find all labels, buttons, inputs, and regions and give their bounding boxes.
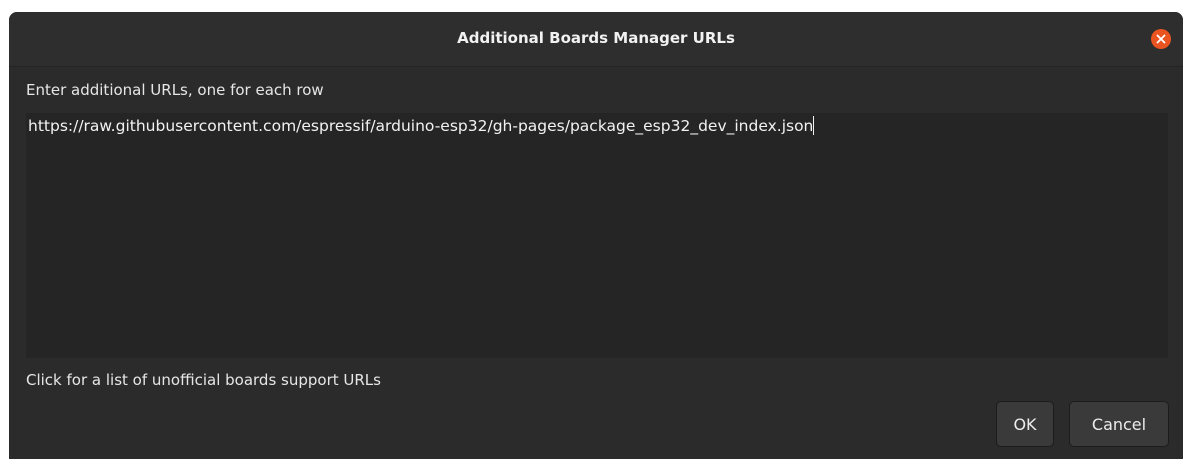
text-caret (813, 116, 815, 135)
instructions-label: Enter additional URLs, one for each row (26, 81, 324, 99)
dialog-window: Additional Boards Manager URLs Enter add… (9, 12, 1183, 459)
unofficial-boards-link[interactable]: Click for a list of unofficial boards su… (26, 371, 381, 389)
close-icon (1156, 34, 1166, 44)
urls-textarea[interactable]: https://raw.githubusercontent.com/espres… (26, 113, 1168, 358)
title-bar: Additional Boards Manager URLs (9, 12, 1183, 67)
cancel-button[interactable]: Cancel (1069, 401, 1169, 447)
ok-button[interactable]: OK (996, 401, 1054, 447)
dialog-title: Additional Boards Manager URLs (457, 29, 735, 47)
close-button[interactable] (1151, 29, 1171, 49)
url-entry: https://raw.githubusercontent.com/espres… (28, 117, 814, 135)
